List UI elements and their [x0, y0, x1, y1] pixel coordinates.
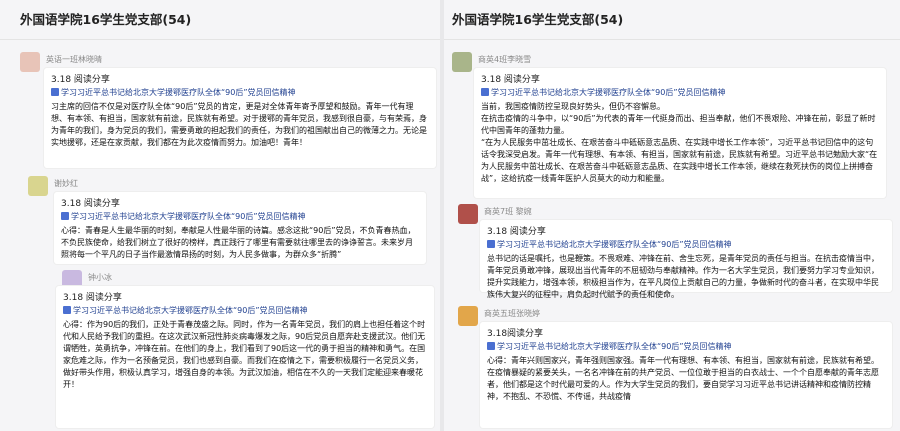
- message-text: 心得：青春是人生最华丽的时刻，奉献是人性最华丽的诗篇。感念这批“90后”党员，不…: [61, 226, 416, 259]
- message-post: 商英7班 黎婉 3.18 阅读分享 学习习近平总书记给北京大学援鄂医疗队全体“9…: [444, 200, 900, 299]
- share-title: 3.18 阅读分享: [63, 293, 122, 303]
- avatar[interactable]: [458, 306, 478, 326]
- article-link[interactable]: 学习习近平总书记给北京大学援鄂医疗队全体“90后”党员回信精神: [61, 211, 419, 222]
- article-link[interactable]: 学习习近平总书记给北京大学援鄂医疗队全体“90后”党员回信精神: [481, 87, 879, 98]
- sender-name: 商英4班李晓雪: [478, 55, 532, 64]
- message-text: 心得：青年兴则国家兴，青年强则国家强。青年一代有理想、有本领、有担当，国家就有前…: [487, 356, 879, 401]
- article-link-icon: [487, 342, 495, 350]
- message-post: 钟小冰 3.18 阅读分享 学习习近平总书记给北京大学援鄂医疗队全体“90后”党…: [0, 268, 440, 431]
- sender-name: 谢妙红: [54, 179, 78, 188]
- group-chat-title: 外国语学院16学生党支部(54): [0, 0, 440, 40]
- share-title: 3.18 阅读分享: [481, 75, 540, 85]
- group-chat-title: 外国语学院16学生党支部(54): [444, 0, 900, 40]
- message-bubble[interactable]: 3.18 阅读分享 学习习近平总书记给北京大学援鄂医疗队全体“90后”党员回信精…: [44, 68, 436, 168]
- avatar[interactable]: [20, 52, 40, 72]
- article-link-title: 学习习近平总书记给北京大学援鄂医疗队全体“90后”党员回信精神: [491, 88, 726, 97]
- article-link-title: 学习习近平总书记给北京大学援鄂医疗队全体“90后”党员回信精神: [61, 88, 296, 97]
- article-link[interactable]: 学习习近平总书记给北京大学援鄂医疗队全体“90后”党员回信精神: [487, 239, 885, 250]
- sender-name: 商英五班张晓婷: [484, 309, 540, 318]
- message-bubble[interactable]: 3.18阅读分享 学习习近平总书记给北京大学援鄂医疗队全体“90后”党员回信精神…: [480, 322, 892, 428]
- article-link-title: 学习习近平总书记给北京大学援鄂医疗队全体“90后”党员回信精神: [73, 306, 308, 315]
- message-post: 英语一班林晓晴 3.18 阅读分享 学习习近平总书记给北京大学援鄂医疗队全体“9…: [0, 40, 440, 180]
- message-bubble[interactable]: 3.18 阅读分享 学习习近平总书记给北京大学援鄂医疗队全体“90后”党员回信精…: [54, 192, 426, 264]
- avatar[interactable]: [458, 204, 478, 224]
- article-link-title: 学习习近平总书记给北京大学援鄂医疗队全体“90后”党员回信精神: [71, 212, 306, 221]
- sender-name: 英语一班林晓晴: [46, 55, 102, 64]
- message-bubble[interactable]: 3.18 阅读分享 学习习近平总书记给北京大学援鄂医疗队全体“90后”党员回信精…: [474, 68, 886, 198]
- message-post: 谢妙红 3.18 阅读分享 学习习近平总书记给北京大学援鄂医疗队全体“90后”党…: [0, 172, 440, 267]
- share-title: 3.18 阅读分享: [51, 75, 110, 85]
- sender-name: 商英7班 黎婉: [484, 207, 532, 216]
- sender-name: 钟小冰: [88, 273, 112, 282]
- share-title: 3.18阅读分享: [487, 329, 544, 339]
- article-link-icon: [63, 306, 71, 314]
- message-text: 心得：作为90后的我们，正处于青春茂盛之际。同时，作为一名青年党员，我们的肩上也…: [63, 320, 426, 389]
- right-chat-panel: 外国语学院16学生党支部(54) 商英4班李晓雪 3.18 阅读分享 学习习近平…: [444, 0, 900, 431]
- share-title: 3.18 阅读分享: [487, 227, 546, 237]
- message-bubble[interactable]: 3.18 阅读分享 学习习近平总书记给北京大学援鄂医疗队全体“90后”党员回信精…: [480, 220, 892, 299]
- message-bubble[interactable]: 3.18 阅读分享 学习习近平总书记给北京大学援鄂医疗队全体“90后”党员回信精…: [56, 286, 434, 428]
- avatar[interactable]: [28, 176, 48, 196]
- message-post: 商英五班张晓婷 3.18阅读分享 学习习近平总书记给北京大学援鄂医疗队全体“90…: [444, 300, 900, 431]
- message-text: 当前，我国疫情防控呈现良好势头，但仍不容懈怠。 在抗击疫情的斗争中，以“90后”…: [481, 102, 878, 183]
- avatar[interactable]: [452, 52, 472, 72]
- article-link-icon: [51, 88, 59, 96]
- message-text: 总书记的话是嘱托，也是鞭策。不畏艰难、冲锋在前、舍生忘死，是青年党员的责任与担当…: [487, 254, 879, 299]
- message-post: 商英4班李晓雪 3.18 阅读分享 学习习近平总书记给北京大学援鄂医疗队全体“9…: [444, 44, 900, 202]
- left-chat-panel: 外国语学院16学生党支部(54) 英语一班林晓晴 3.18 阅读分享 学习习近平…: [0, 0, 440, 431]
- share-title: 3.18 阅读分享: [61, 199, 120, 209]
- article-link[interactable]: 学习习近平总书记给北京大学援鄂医疗队全体“90后”党员回信精神: [63, 305, 427, 316]
- article-link-title: 学习习近平总书记给北京大学援鄂医疗队全体“90后”党员回信精神: [497, 342, 732, 351]
- article-link-icon: [61, 212, 69, 220]
- article-link-icon: [481, 88, 489, 96]
- article-link-title: 学习习近平总书记给北京大学援鄂医疗队全体“90后”党员回信精神: [497, 240, 732, 249]
- article-link[interactable]: 学习习近平总书记给北京大学援鄂医疗队全体“90后”党员回信精神: [487, 341, 885, 352]
- article-link[interactable]: 学习习近平总书记给北京大学援鄂医疗队全体“90后”党员回信精神: [51, 87, 429, 98]
- article-link-icon: [487, 240, 495, 248]
- message-text: 习主席的回信不仅是对医疗队全体“90后”党员的肯定，更是对全体青年寄予厚望和鼓励…: [51, 102, 427, 147]
